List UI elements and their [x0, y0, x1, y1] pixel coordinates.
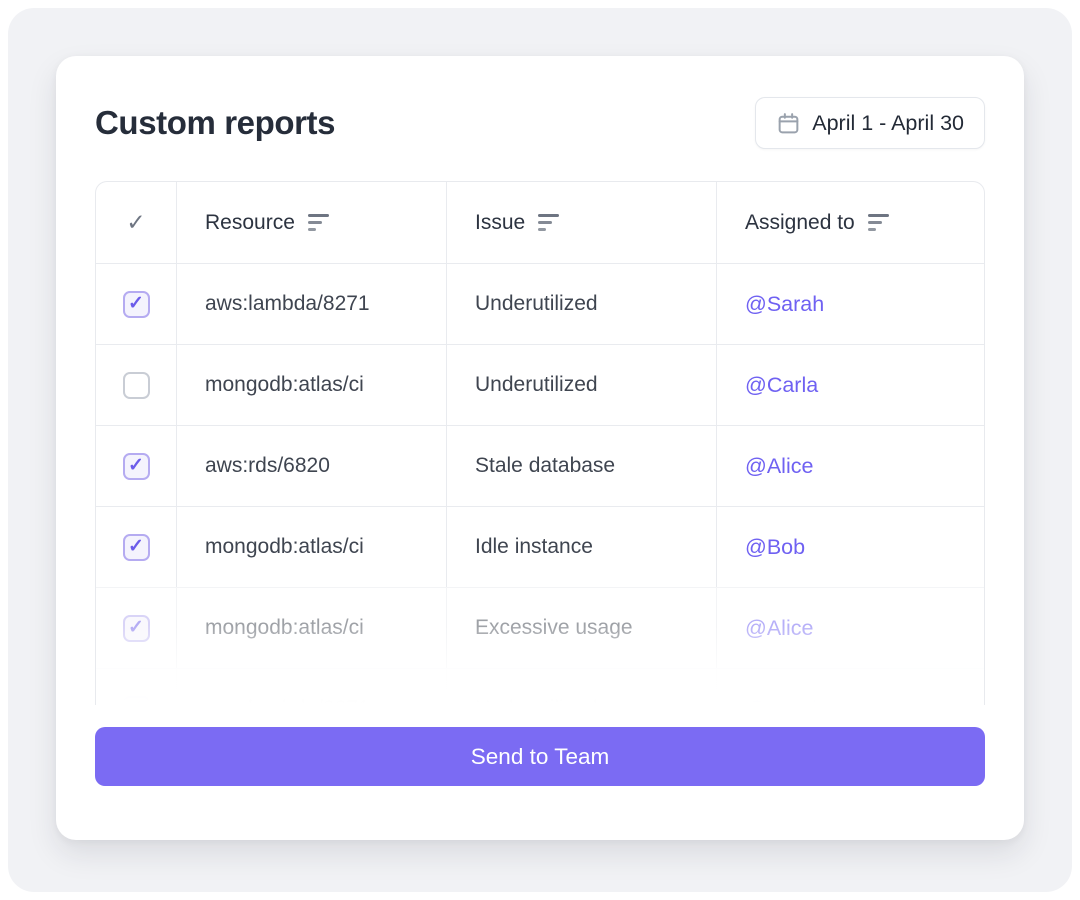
app-background-panel: Custom reports April 1 - April 30 ✓ — [8, 8, 1072, 892]
resource-cell: mongodb:atlas/ci — [176, 588, 446, 668]
assigned-to-cell: @Sarah — [716, 264, 984, 344]
checkbox-cell: ✓ — [96, 264, 176, 344]
row-checkbox[interactable]: ✓ — [123, 615, 150, 642]
sort-icon[interactable] — [538, 214, 559, 231]
assigned-to-cell: @Alice — [716, 426, 984, 506]
assigned-to-cell: @Alice — [716, 588, 984, 668]
check-icon: ✓ — [128, 456, 144, 475]
assignee-link[interactable]: @Sarah — [745, 292, 824, 317]
assigned-to-cell: @Bob — [716, 507, 984, 587]
table-row: ✓ mongodb:atlas/ci Underutilized @Carla — [96, 344, 984, 425]
resource-value: mongodb:atlas/ci — [205, 616, 364, 640]
issue-cell: Idle instance — [446, 507, 716, 587]
row-checkbox[interactable]: ✓ — [123, 372, 150, 399]
table-row: ✓ aws:lambda/8271 Underutilized @Sarah — [96, 263, 984, 344]
issue-value: Underutilized — [475, 292, 598, 316]
resource-cell: mongodb:atlas/ci — [176, 507, 446, 587]
sort-icon[interactable] — [308, 214, 329, 231]
issue-cell: Underutilized — [446, 264, 716, 344]
assignee-link[interactable]: @Alice — [745, 454, 813, 479]
page-title: Custom reports — [95, 104, 335, 142]
table-body: ✓ aws:lambda/8271 Underutilized @Sarah ✓… — [96, 263, 984, 705]
checkbox-cell: ✓ — [96, 426, 176, 506]
column-header-resource[interactable]: Resource — [176, 182, 446, 263]
date-range-button[interactable]: April 1 - April 30 — [755, 97, 985, 149]
issue-value: Excessive usage — [475, 616, 633, 640]
column-label: Resource — [205, 211, 295, 235]
column-label: Issue — [475, 211, 525, 235]
resource-value: aws:lambda/8271 — [205, 292, 370, 316]
check-icon: ✓ — [128, 699, 144, 706]
check-icon: ✓ — [128, 294, 144, 313]
assignee-link[interactable]: @Bob — [745, 535, 805, 560]
resource-value: aws:lambda/8271 — [205, 697, 370, 705]
table-row: ✓ mongodb:atlas/ci Idle instance @Bob — [96, 506, 984, 587]
assignee-link[interactable]: @Carla — [745, 373, 818, 398]
issue-value: Stale database — [475, 454, 615, 478]
column-header-assigned-to[interactable]: Assigned to — [716, 182, 984, 263]
issue-value: Idle instance — [475, 535, 593, 559]
assigned-to-cell: @Sarah — [716, 669, 984, 705]
checkbox-cell: ✓ — [96, 345, 176, 425]
send-to-team-button[interactable]: Send to Team — [95, 727, 985, 786]
check-icon: ✓ — [128, 618, 144, 637]
date-range-label: April 1 - April 30 — [812, 111, 964, 136]
sort-icon[interactable] — [868, 214, 889, 231]
select-all-cell[interactable]: ✓ — [96, 182, 176, 263]
checkbox-cell: ✓ — [96, 669, 176, 705]
column-header-issue[interactable]: Issue — [446, 182, 716, 263]
resource-cell: mongodb:atlas/ci — [176, 345, 446, 425]
checkbox-cell: ✓ — [96, 507, 176, 587]
row-checkbox[interactable]: ✓ — [123, 534, 150, 561]
table-row: ✓ mongodb:atlas/ci Excessive usage @Alic… — [96, 587, 984, 668]
custom-reports-card: Custom reports April 1 - April 30 ✓ — [56, 56, 1024, 840]
resource-cell: aws:lambda/8271 — [176, 264, 446, 344]
resource-cell: aws:rds/6820 — [176, 426, 446, 506]
calendar-icon — [776, 111, 801, 136]
issue-cell: Stale database — [446, 426, 716, 506]
checkbox-cell: ✓ — [96, 588, 176, 668]
assigned-to-cell: @Carla — [716, 345, 984, 425]
resource-value: mongodb:atlas/ci — [205, 535, 364, 559]
resource-value: mongodb:atlas/ci — [205, 373, 364, 397]
issue-value: Underutilized — [475, 373, 598, 397]
assignee-link[interactable]: @Alice — [745, 616, 813, 641]
reports-table: ✓ Resource Issue Assigned to ✓ — [95, 181, 985, 705]
table-header-row: ✓ Resource Issue Assigned to — [96, 182, 984, 263]
issue-cell: Excessive usage — [446, 588, 716, 668]
row-checkbox[interactable]: ✓ — [123, 696, 150, 706]
assignee-link[interactable]: @Sarah — [745, 697, 824, 706]
row-checkbox[interactable]: ✓ — [123, 453, 150, 480]
issue-cell: Underutilized — [446, 345, 716, 425]
table-row: ✓ aws:rds/6820 Stale database @Alice — [96, 425, 984, 506]
column-label: Assigned to — [745, 211, 855, 235]
check-icon: ✓ — [128, 537, 144, 556]
table-row: ✓ aws:lambda/8271 Underutilized @Sarah — [96, 668, 984, 705]
row-checkbox[interactable]: ✓ — [123, 291, 150, 318]
resource-value: aws:rds/6820 — [205, 454, 330, 478]
check-icon: ✓ — [126, 209, 145, 236]
issue-value: Underutilized — [475, 697, 598, 705]
issue-cell: Underutilized — [446, 669, 716, 705]
card-header: Custom reports April 1 - April 30 — [95, 97, 985, 149]
resource-cell: aws:lambda/8271 — [176, 669, 446, 705]
